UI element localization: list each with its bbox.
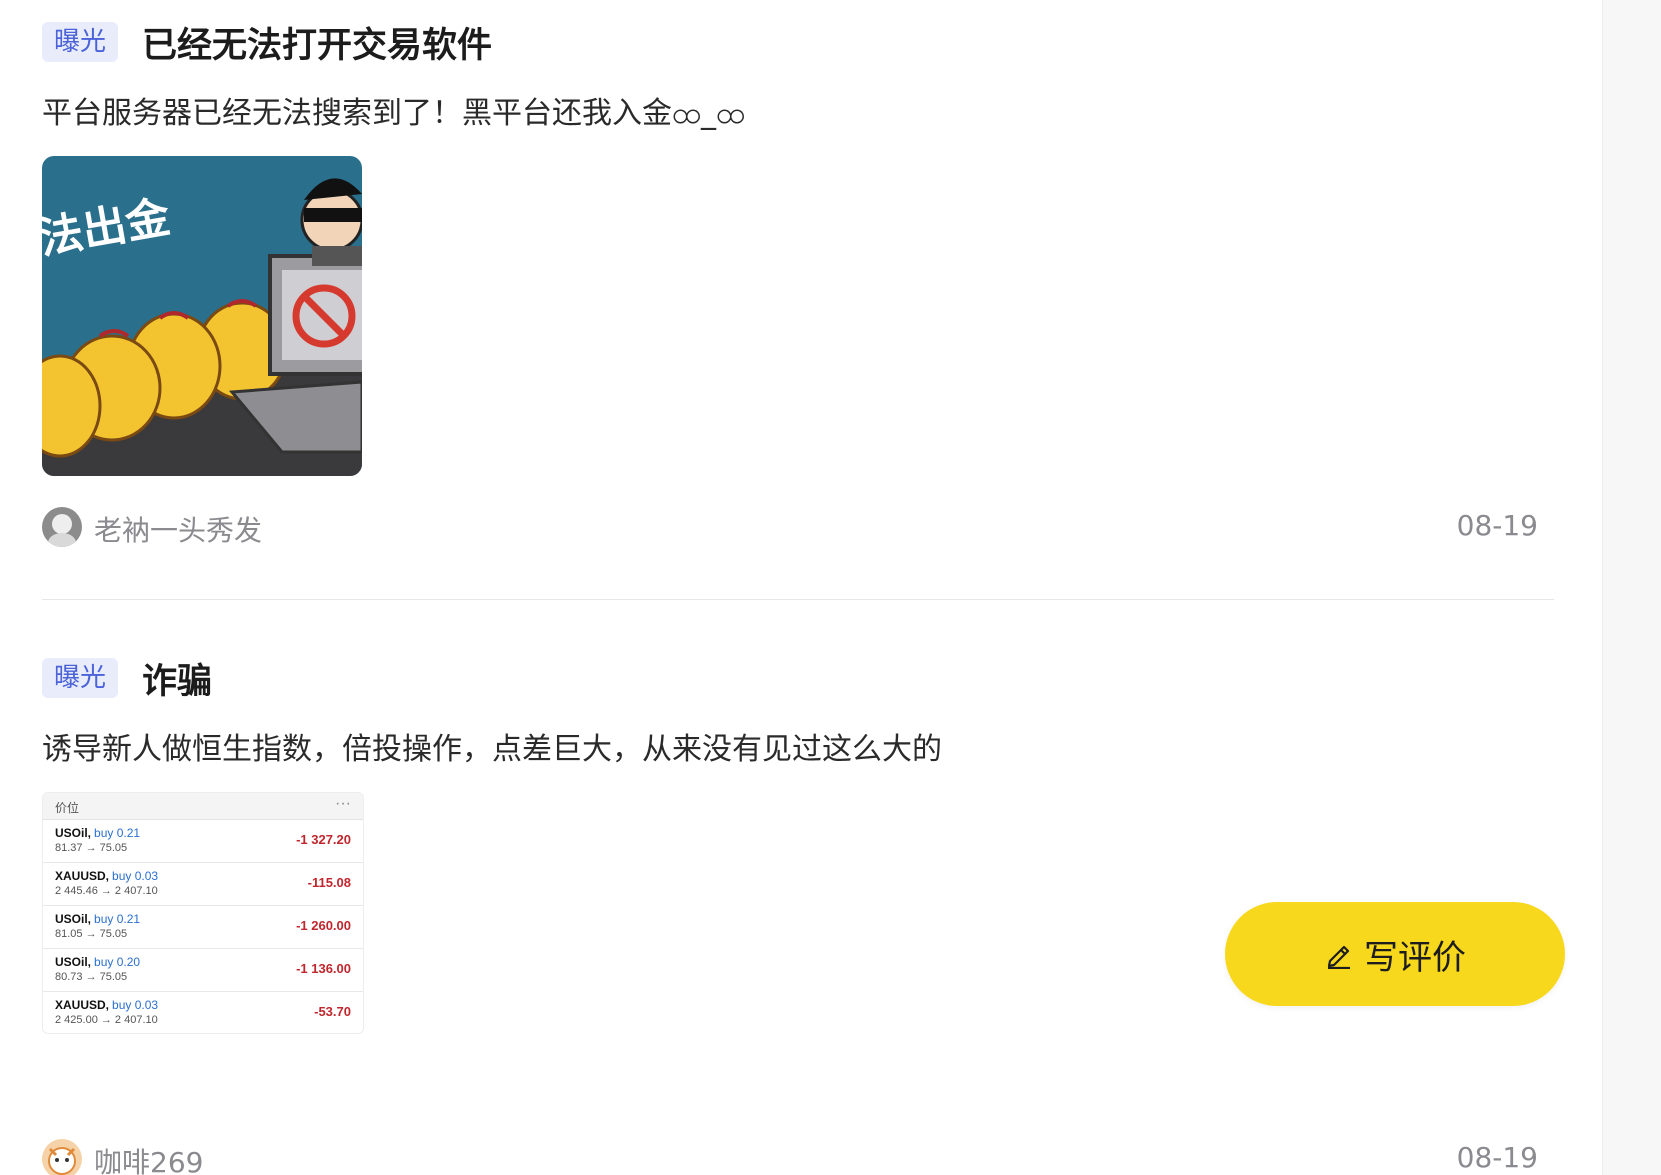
trade-row: USOil, buy 0.21 81.05 → 75.05 -1 260.00: [43, 906, 363, 949]
trade-symbol: XAUUSD,: [55, 869, 110, 883]
post-title[interactable]: 诈骗: [142, 653, 212, 704]
trade-side: buy 0.03: [112, 998, 159, 1012]
trade-side: buy 0.21: [94, 826, 141, 840]
trade-profit-loss: -1 327.20: [296, 832, 351, 847]
trade-prices: 2 445.46 → 2 407.10: [55, 885, 158, 897]
post-date: 08-19: [1456, 509, 1538, 542]
trade-symbol: USOil,: [55, 826, 92, 840]
trade-side: buy 0.03: [112, 869, 159, 883]
trade-row: USOil, buy 0.20 80.73 → 75.05 -1 136.00: [43, 949, 363, 992]
trade-prices: 2 425.00 → 2 407.10: [55, 1014, 158, 1026]
post-card[interactable]: 曝光 已经无法打开交易软件 平台服务器已经无法搜索到了！黑平台还我入金ထ_ထ 法…: [42, 0, 1554, 600]
trade-list-header: 价位 ···: [43, 793, 363, 820]
write-review-button[interactable]: 写评价: [1225, 902, 1565, 1006]
trade-header-label: 价位: [55, 801, 80, 815]
trade-row: USOil, buy 0.21 81.37 → 75.05 -1 327.20: [43, 820, 363, 863]
trade-row: XAUUSD, buy 0.03 2 425.00 → 2 407.10 -53.…: [43, 992, 363, 1033]
post-divider: [42, 599, 1554, 600]
page: 曝光 已经无法打开交易软件 平台服务器已经无法搜索到了！黑平台还我入金ထ_ထ 法…: [0, 0, 1661, 1175]
post-date: 08-19: [1456, 1141, 1538, 1174]
author-avatar[interactable]: [42, 507, 82, 547]
avatar-image: [42, 1139, 82, 1175]
exposure-tag: 曝光: [42, 658, 119, 698]
scam-illustration-image: 法出金: [42, 156, 362, 476]
trade-prices: 80.73 → 75.05: [55, 971, 128, 983]
trade-prices: 81.05 → 75.05: [55, 928, 128, 940]
author-avatar[interactable]: [42, 1139, 82, 1175]
post-description: 平台服务器已经无法搜索到了！黑平台还我入金ထ_ထ: [42, 96, 746, 131]
author-name[interactable]: 咖啡269: [94, 1141, 203, 1175]
trade-screenshot-image[interactable]: 价位 ··· USOil, buy 0.21 81.37 → 75.05 -1 3…: [42, 792, 364, 1034]
post-title-row: 曝光 诈骗: [42, 656, 212, 702]
trade-row: XAUUSD, buy 0.03 2 445.46 → 2 407.10 -115…: [43, 863, 363, 906]
trade-symbol: USOil,: [55, 955, 92, 969]
post-title-row: 曝光 已经无法打开交易软件: [42, 20, 492, 66]
post-meta: 咖啡269 08-19: [42, 1139, 1538, 1175]
post-image[interactable]: 法出金: [42, 156, 362, 476]
right-rail: [1602, 0, 1661, 1175]
trade-profit-loss: -1 260.00: [296, 918, 351, 933]
post-title[interactable]: 已经无法打开交易软件: [142, 17, 492, 68]
more-icon: ···: [335, 795, 351, 812]
trade-side: buy 0.20: [94, 955, 141, 969]
trade-symbol: XAUUSD,: [55, 998, 110, 1012]
pencil-icon: [1327, 945, 1350, 969]
avatar-image: [42, 507, 82, 547]
author-name[interactable]: 老衲一头秀发: [94, 509, 262, 549]
exposure-tag: 曝光: [42, 22, 119, 62]
trade-profit-loss: -1 136.00: [296, 961, 351, 976]
write-review-label: 写评价: [1364, 937, 1466, 978]
trade-prices: 81.37 → 75.05: [55, 842, 128, 854]
trade-profit-loss: -53.70: [314, 1004, 351, 1019]
trade-profit-loss: -115.08: [307, 875, 351, 890]
post-meta: 老衲一头秀发 08-19: [42, 507, 1538, 547]
trade-side: buy 0.21: [94, 912, 141, 926]
post-description: 诱导新人做恒生指数，倍投操作，点差巨大，从来没有见过这么大的: [42, 732, 942, 767]
trade-symbol: USOil,: [55, 912, 92, 926]
